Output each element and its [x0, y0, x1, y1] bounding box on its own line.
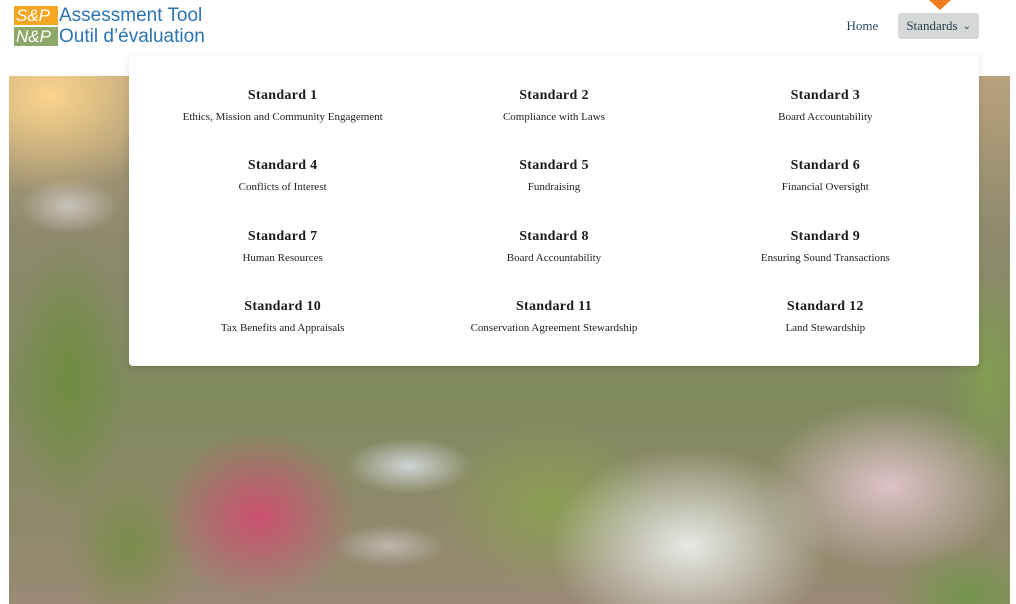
standard-menu-item[interactable]: Standard 6 Financial Oversight	[690, 158, 961, 228]
standard-menu-item[interactable]: Standard 11 Conservation Agreement Stewar…	[418, 299, 689, 369]
nav-home-link[interactable]: Home	[847, 18, 879, 34]
nav-standards-dropdown[interactable]: Standards ⌄	[898, 13, 979, 39]
chevron-down-icon: ⌄	[962, 20, 971, 32]
standards-dropdown-menu: Standard 1 Ethics, Mission and Community …	[129, 55, 979, 366]
standard-title: Standard 2	[519, 88, 589, 103]
caret-down-icon	[929, 0, 951, 10]
standard-menu-item[interactable]: Standard 7 Human Resources	[147, 229, 418, 299]
logo-line-english: S&P Assessment Tool	[14, 5, 205, 26]
standard-subtitle: Board Accountability	[506, 251, 602, 264]
standard-title: Standard 1	[247, 88, 318, 103]
standard-menu-item[interactable]: Standard 12 Land Stewardship	[690, 299, 961, 369]
site-header: S&P Assessment Tool N&P Outil d’évaluati…	[0, 0, 1016, 60]
standards-grid: Standard 1 Ethics, Mission and Community …	[147, 88, 961, 369]
standard-menu-item[interactable]: Standard 4 Conflicts of Interest	[147, 158, 418, 228]
main-nav: Home Standards ⌄	[847, 13, 979, 39]
logo-line-french: N&P Outil d’évaluation	[14, 26, 205, 47]
site-logo[interactable]: S&P Assessment Tool N&P Outil d’évaluati…	[14, 5, 205, 47]
standard-title: Standard 8	[519, 228, 589, 244]
standard-title: Standard 10	[244, 298, 322, 314]
standard-title: Standard 7	[247, 228, 318, 244]
standard-subtitle: Human Resources	[242, 251, 323, 264]
standard-title: Standard 6	[790, 158, 861, 174]
standard-subtitle: Financial Oversight	[781, 181, 869, 194]
standard-menu-item[interactable]: Standard 8 Board Accountability	[418, 229, 689, 299]
standard-subtitle: Conflicts of Interest	[238, 181, 327, 194]
standard-subtitle: Conservation Agreement Stewardship	[470, 321, 638, 334]
standard-subtitle: Tax Benefits and Appraisals	[220, 321, 345, 334]
standard-subtitle: Ensuring Sound Transactions	[760, 251, 890, 264]
standard-title: Standard 5	[519, 158, 589, 174]
logo-title-english: Assessment Tool	[59, 5, 203, 26]
standard-title: Standard 3	[790, 88, 861, 103]
standard-subtitle: Compliance with Laws	[502, 111, 606, 123]
logo-badge-sp: S&P	[14, 6, 58, 25]
standard-subtitle: Board Accountability	[778, 111, 873, 123]
standard-title: Standard 11	[515, 298, 593, 314]
standard-menu-item[interactable]: Standard 3 Board Accountability	[690, 88, 961, 158]
standard-title: Standard 4	[247, 158, 318, 174]
standard-title: Standard 12	[786, 298, 864, 314]
standard-menu-item[interactable]: Standard 10 Tax Benefits and Appraisals	[147, 299, 418, 369]
standard-menu-item[interactable]: Standard 9 Ensuring Sound Transactions	[690, 229, 961, 299]
standard-menu-item[interactable]: Standard 5 Fundraising	[418, 158, 689, 228]
standard-subtitle: Land Stewardship	[785, 321, 866, 334]
standard-title: Standard 9	[790, 228, 861, 244]
nav-standards-label: Standards	[906, 18, 958, 33]
logo-title-french: Outil d’évaluation	[59, 26, 205, 47]
standard-subtitle: Fundraising	[527, 181, 581, 194]
standard-menu-item[interactable]: Standard 2 Compliance with Laws	[418, 88, 689, 158]
logo-badge-np: N&P	[14, 27, 58, 46]
standard-menu-item[interactable]: Standard 1 Ethics, Mission and Community …	[147, 88, 418, 158]
standard-subtitle: Ethics, Mission and Community Engagement	[182, 111, 383, 123]
